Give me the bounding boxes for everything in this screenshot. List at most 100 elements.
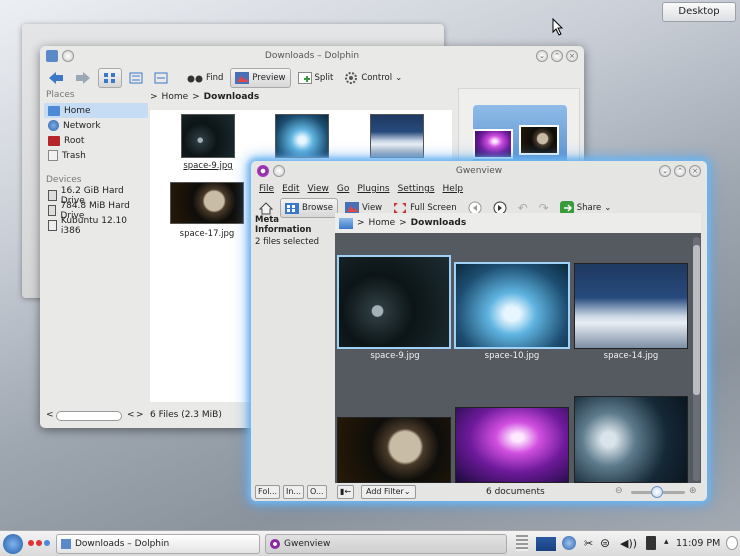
sidebar-item-home[interactable]: Home — [44, 103, 148, 118]
breadcrumb-current[interactable]: Downloads — [411, 218, 467, 228]
details-view-icon — [154, 72, 168, 84]
network-icon[interactable]: ⊜ — [600, 536, 610, 550]
menu-file[interactable]: File — [259, 184, 274, 194]
file-thumbnail[interactable] — [275, 114, 329, 158]
tab-information[interactable]: In... — [283, 485, 305, 499]
sidebar-item-label: Home — [64, 105, 91, 116]
image-thumbnail[interactable] — [337, 255, 451, 349]
menu-view[interactable]: View — [308, 184, 329, 194]
back-button[interactable] — [44, 68, 68, 88]
image-thumbnail[interactable] — [337, 417, 451, 483]
tab-folders[interactable]: Fol... — [255, 485, 281, 499]
task-label: Gwenview — [284, 539, 331, 549]
preview-label: Preview — [252, 73, 286, 83]
dolphin-titlebar: Downloads – Dolphin ⌄ ⌃ × — [40, 46, 584, 66]
device-notifier-icon[interactable] — [646, 536, 656, 550]
image-name[interactable]: space-9.jpg — [337, 351, 453, 361]
scroll-left-icon[interactable]: < — [127, 410, 135, 420]
minimize-button[interactable]: ⌄ — [536, 50, 548, 62]
globe-icon[interactable] — [562, 536, 576, 550]
scroll-right-icon[interactable]: > — [136, 410, 144, 420]
scroll-left-icon[interactable]: < — [46, 410, 54, 420]
volume-icon[interactable]: ◀)) — [620, 537, 637, 550]
task-dolphin[interactable]: Downloads – Dolphin — [56, 534, 260, 554]
preview-button[interactable]: Preview — [230, 68, 291, 88]
menu-help[interactable]: Help — [443, 184, 464, 194]
minimize-button[interactable]: ⌄ — [659, 165, 671, 177]
find-button[interactable]: Find — [183, 68, 227, 88]
image-thumbnail[interactable] — [574, 263, 688, 349]
chevron-down-icon: ⌄ — [395, 73, 403, 83]
desktop-pager-icon[interactable] — [536, 537, 556, 551]
task-gwenview[interactable]: Gwenview — [265, 534, 507, 554]
image-name[interactable]: space-10.jpg — [454, 351, 570, 361]
menu-settings[interactable]: Settings — [398, 184, 435, 194]
menu-edit[interactable]: Edit — [282, 184, 299, 194]
slider-handle[interactable] — [651, 486, 663, 498]
file-name[interactable]: space-17.jpg — [167, 229, 247, 239]
maximize-button[interactable]: ⌃ — [674, 165, 686, 177]
control-button[interactable]: Control ⌄ — [340, 68, 406, 88]
icons-view-button[interactable] — [98, 68, 122, 88]
image-thumbnail[interactable] — [454, 262, 570, 349]
sidebar-item-label: Root — [64, 135, 85, 146]
sidebar-item-trash[interactable]: Trash — [44, 148, 148, 163]
breadcrumb-home[interactable]: Home — [369, 218, 396, 228]
file-name[interactable]: space-9.jpg — [168, 161, 248, 171]
chevron-up-icon[interactable]: ▴ — [664, 537, 669, 547]
chevron-down-icon: ⌄ — [604, 203, 612, 213]
close-button[interactable]: × — [566, 50, 578, 62]
panel-toolbox-icon[interactable] — [726, 536, 738, 550]
zoom-out-icon[interactable]: ⊖ — [615, 486, 623, 496]
file-thumbnail[interactable] — [181, 114, 235, 158]
image-thumbnail[interactable] — [455, 407, 569, 483]
sidebar-item-root[interactable]: Root — [44, 133, 148, 148]
thumbnail-view: space-9.jpg space-10.jpg space-14.jpg — [335, 233, 701, 483]
horizontal-scrollbar[interactable] — [56, 411, 122, 421]
scrollbar-thumb[interactable] — [693, 245, 700, 395]
dolphin-toolbar: Find Preview Split Control ⌄ — [40, 66, 584, 90]
activities-icon[interactable] — [28, 540, 50, 546]
clock[interactable]: 11:09 PM — [676, 538, 720, 549]
compact-view-button[interactable] — [125, 68, 147, 88]
zoom-in-icon[interactable]: ⊕ — [689, 486, 697, 496]
root-folder-icon — [48, 135, 60, 146]
gwenview-statusbar: Fol... In... O... ▮← Add Filter⌄ 6 docum… — [251, 483, 707, 501]
tab-operations[interactable]: O... — [307, 485, 327, 499]
view-label: View — [361, 203, 383, 213]
file-thumbnail[interactable] — [370, 114, 424, 158]
menu-plugins[interactable]: Plugins — [357, 184, 389, 194]
forward-button[interactable] — [71, 68, 95, 88]
vertical-scrollbar[interactable] — [693, 237, 700, 481]
breadcrumb-current[interactable]: Downloads — [204, 92, 260, 102]
desktop-button[interactable]: Desktop — [662, 2, 736, 22]
hard-drive-icon — [48, 205, 57, 216]
pager-icon[interactable] — [516, 535, 528, 551]
split-button[interactable]: Split — [294, 68, 338, 88]
split-view-icon — [297, 72, 312, 84]
selection-info: 2 files selected — [255, 237, 320, 247]
control-label: Control — [361, 73, 393, 83]
image-thumbnail[interactable] — [574, 396, 688, 483]
scissors-icon[interactable]: ✂ — [584, 537, 593, 550]
folder-icon[interactable] — [339, 217, 353, 229]
window-menu-button[interactable] — [273, 165, 285, 177]
add-filter-button[interactable]: Add Filter⌄ — [361, 485, 416, 499]
maximize-button[interactable]: ⌃ — [551, 50, 563, 62]
file-thumbnail[interactable] — [170, 182, 244, 224]
window-menu-button[interactable] — [62, 50, 74, 62]
details-view-button[interactable] — [150, 68, 172, 88]
breadcrumb-home[interactable]: Home — [162, 92, 189, 102]
toggle-sidebar-button[interactable]: ▮← — [337, 485, 355, 499]
image-name[interactable]: space-14.jpg — [573, 351, 689, 361]
kde-menu-icon[interactable] — [3, 534, 23, 554]
eye-icon — [270, 539, 280, 549]
menu-go[interactable]: Go — [337, 184, 349, 194]
breadcrumb: > Home > Downloads — [335, 213, 701, 233]
dolphin-title: Downloads – Dolphin — [264, 51, 360, 61]
places-heading: Places — [46, 90, 75, 100]
close-button[interactable]: × — [689, 165, 701, 177]
places-panel: Places Home Network Root Trash Devices 1… — [44, 88, 148, 416]
sidebar-item-network[interactable]: Network — [44, 118, 148, 133]
hard-drive-icon — [48, 190, 57, 201]
